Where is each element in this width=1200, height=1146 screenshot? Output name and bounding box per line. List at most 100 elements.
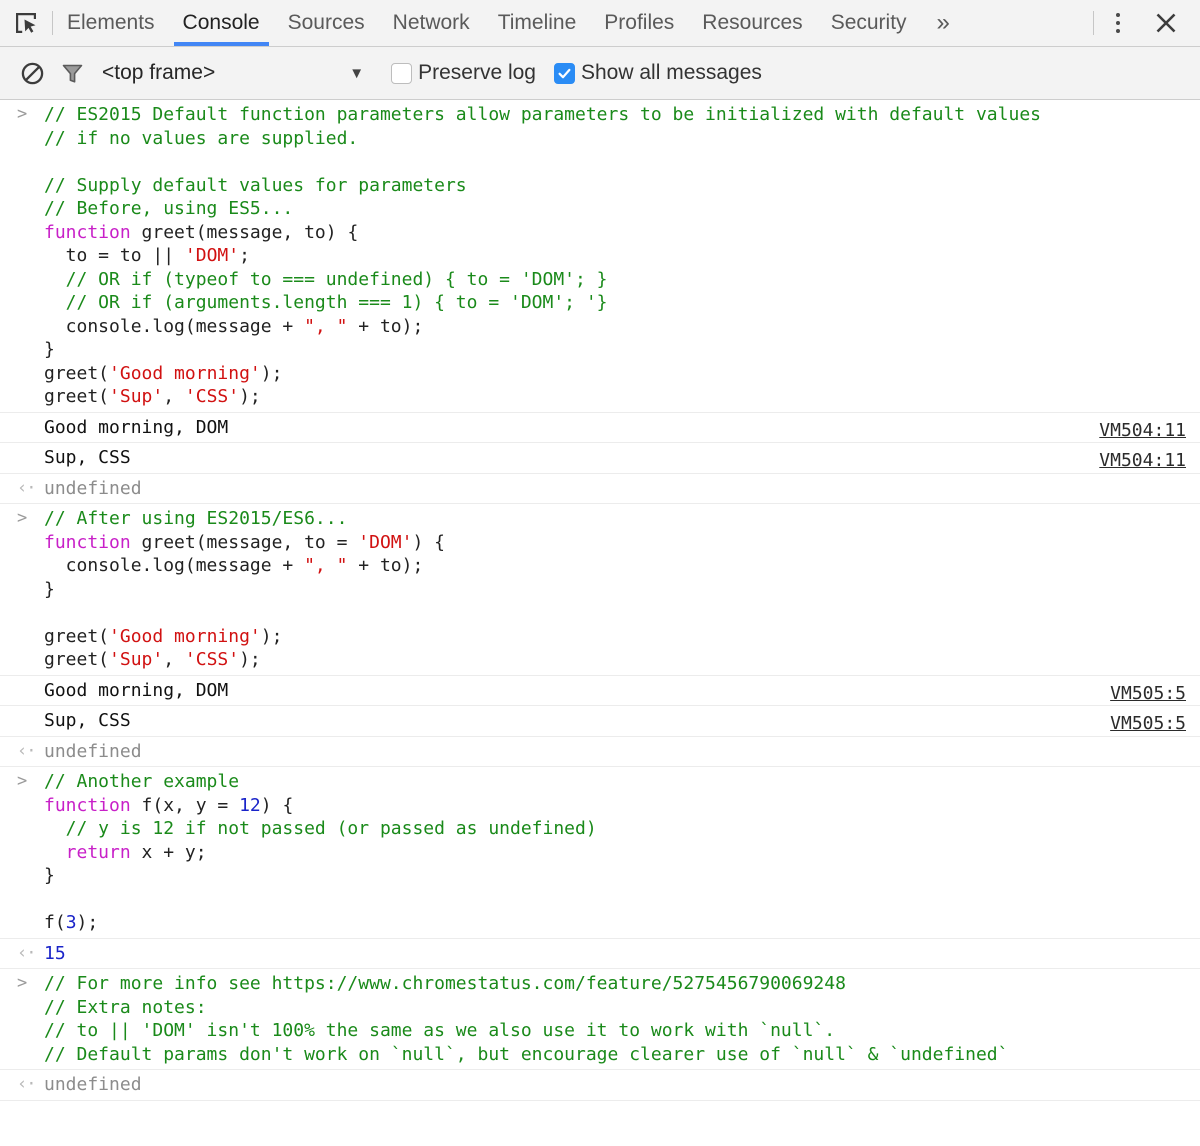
code-token-com: // After using ES2015/ES6... [44, 508, 348, 529]
code-token-pln: ); [76, 912, 99, 933]
frame-label: <top frame> [102, 61, 216, 84]
tab-sources[interactable]: Sources [274, 0, 379, 46]
source-location-link[interactable]: VM505:5 [1110, 712, 1186, 736]
console-message-result[interactable]: ‹· undefined [0, 1070, 1200, 1101]
tab-elements[interactable]: Elements [53, 0, 169, 46]
console-message-text: Good morning, DOM [44, 416, 229, 438]
code-token-kw: function [44, 221, 131, 243]
code-token-str: 'Sup' [109, 386, 164, 407]
tabbar-actions [1093, 0, 1200, 46]
code-token-num: 12 [239, 794, 261, 816]
tab-security[interactable]: Security [817, 0, 921, 46]
source-location-link[interactable]: VM505:5 [1110, 682, 1186, 706]
console-message-text: 15 [44, 942, 66, 964]
console-message-text: undefined [44, 740, 142, 762]
console-message-input[interactable]: > // For more info see https://www.chrome… [0, 969, 1200, 1070]
kebab-dot [1116, 21, 1120, 25]
console-message-result[interactable]: ‹· undefined [0, 474, 1200, 504]
console-message-result[interactable]: ‹· undefined [0, 737, 1200, 767]
result-arrow-icon: ‹· [17, 942, 36, 963]
preserve-log-box[interactable] [391, 62, 413, 84]
code-token-com: // Supply default values for parameters [44, 174, 467, 196]
code-token-kw: function [44, 794, 131, 816]
code-token-str: 'Good morning' [109, 362, 261, 384]
filter-funnel-icon[interactable] [52, 53, 92, 93]
code-token-pln: f(x, y = [130, 794, 240, 816]
code-token-str: 'CSS' [184, 386, 240, 407]
console-message-text: undefined [44, 477, 142, 499]
tab-network[interactable]: Network [379, 0, 484, 46]
tab-timeline[interactable]: Timeline [484, 0, 591, 46]
console-message-input[interactable]: > // After using ES2015/ES6... function g… [0, 504, 1200, 676]
console-message-result-num[interactable]: ‹· 15 [0, 939, 1200, 969]
show-all-messages-checkbox[interactable]: Show all messages [553, 61, 762, 85]
prompt-arrow-icon: > [17, 104, 28, 124]
kebab-menu-icon[interactable] [1094, 0, 1142, 46]
code-token-com: // to || 'DOM' isn't 100% the same as we… [44, 1020, 836, 1041]
code-token-str: ", " [304, 315, 348, 337]
code-token-pln: ); [239, 649, 261, 670]
code-token-str: 'CSS' [184, 649, 240, 670]
code-token-pln: ) { [260, 794, 294, 816]
prompt-arrow-icon: > [17, 973, 28, 993]
tab-resources[interactable]: Resources [688, 0, 816, 46]
console-toolbar: <top frame> ▼ Preserve log Show all mess… [0, 47, 1200, 100]
code-token-pln: } [44, 578, 55, 600]
inspect-element-icon[interactable] [0, 0, 52, 46]
code-token-pln: , [163, 649, 185, 670]
prompt-arrow-icon: > [17, 508, 28, 528]
code-token-com: // Default params don't work on `null`, … [44, 1043, 1009, 1065]
source-location-link[interactable]: VM504:11 [1099, 449, 1186, 473]
chevron-down-icon[interactable]: ▼ [349, 66, 364, 81]
show-all-messages-label: Show all messages [580, 61, 762, 84]
code-token-com: // Extra notes: [44, 996, 207, 1018]
source-location-link[interactable]: VM504:11 [1099, 419, 1186, 443]
code-token-str: 'Good morning' [109, 625, 261, 647]
console-message-text: Good morning, DOM [44, 679, 229, 701]
console-message-text: undefined [44, 1074, 142, 1095]
code-token-str: 'DOM' [358, 531, 413, 553]
console-message-input[interactable]: > // ES2015 Default function parameters a… [0, 100, 1200, 413]
console-message-output[interactable]: Good morning, DOM VM505:5 [0, 676, 1200, 706]
tab-profiles[interactable]: Profiles [590, 0, 688, 46]
preserve-log-label: Preserve log [418, 61, 536, 84]
console-message-text: Sup, CSS [44, 447, 131, 468]
console-message-input[interactable]: > // Another example function f(x, y = 12… [0, 767, 1200, 939]
result-arrow-icon: ‹· [17, 477, 36, 498]
code-token-pln: , [163, 386, 185, 407]
code-token-pln: + to); [347, 315, 424, 337]
code-token-pln: greet( [44, 625, 110, 647]
code-token-com: // OR if (typeof to === undefined) { to … [44, 268, 608, 290]
code-token-pln: to = to || [44, 245, 185, 266]
code-token-pln: greet( [44, 362, 110, 384]
code-token-com: // y is 12 if not passed (or passed as u… [44, 818, 597, 839]
execution-context-selector[interactable]: <top frame> ▼ [102, 61, 364, 85]
prompt-arrow-icon: > [17, 771, 28, 791]
clear-console-icon[interactable] [12, 53, 52, 93]
console-message-output[interactable]: Sup, CSS VM504:11 [0, 443, 1200, 474]
code-token-pln: f( [44, 912, 66, 933]
code-token-pln: + to); [347, 555, 424, 576]
show-all-messages-box[interactable] [553, 62, 575, 84]
close-icon[interactable] [1142, 0, 1190, 46]
console-message-list[interactable]: > // ES2015 Default function parameters a… [0, 100, 1200, 1101]
code-token-pln: greet( [44, 386, 110, 407]
console-message-output[interactable]: Good morning, DOM VM504:11 [0, 413, 1200, 443]
devtools-tabbar: Elements Console Sources Network Timelin… [0, 0, 1200, 47]
code-token-pln: } [44, 865, 55, 886]
result-arrow-icon: ‹· [17, 1074, 36, 1094]
preserve-log-checkbox[interactable]: Preserve log [391, 61, 536, 85]
console-message-text: // After using ES2015/ES6... function gr… [44, 507, 1200, 672]
console-message-output[interactable]: Sup, CSS VM505:5 [0, 706, 1200, 737]
code-token-pln: ); [260, 362, 283, 384]
tab-console[interactable]: Console [169, 0, 274, 46]
code-token-pln: ) { [412, 531, 445, 553]
result-arrow-icon: ‹· [17, 740, 36, 761]
tabs-overflow-button[interactable]: » [921, 0, 966, 46]
code-token-str: 'Sup' [109, 649, 164, 670]
code-token-pln: ; [239, 245, 250, 266]
code-token-com: // Before, using ES5... [44, 198, 294, 219]
code-token-pln: greet(message, to = [130, 531, 359, 553]
console-message-text: Sup, CSS [44, 710, 131, 731]
code-token-pln: greet(message, to) { [130, 221, 359, 243]
